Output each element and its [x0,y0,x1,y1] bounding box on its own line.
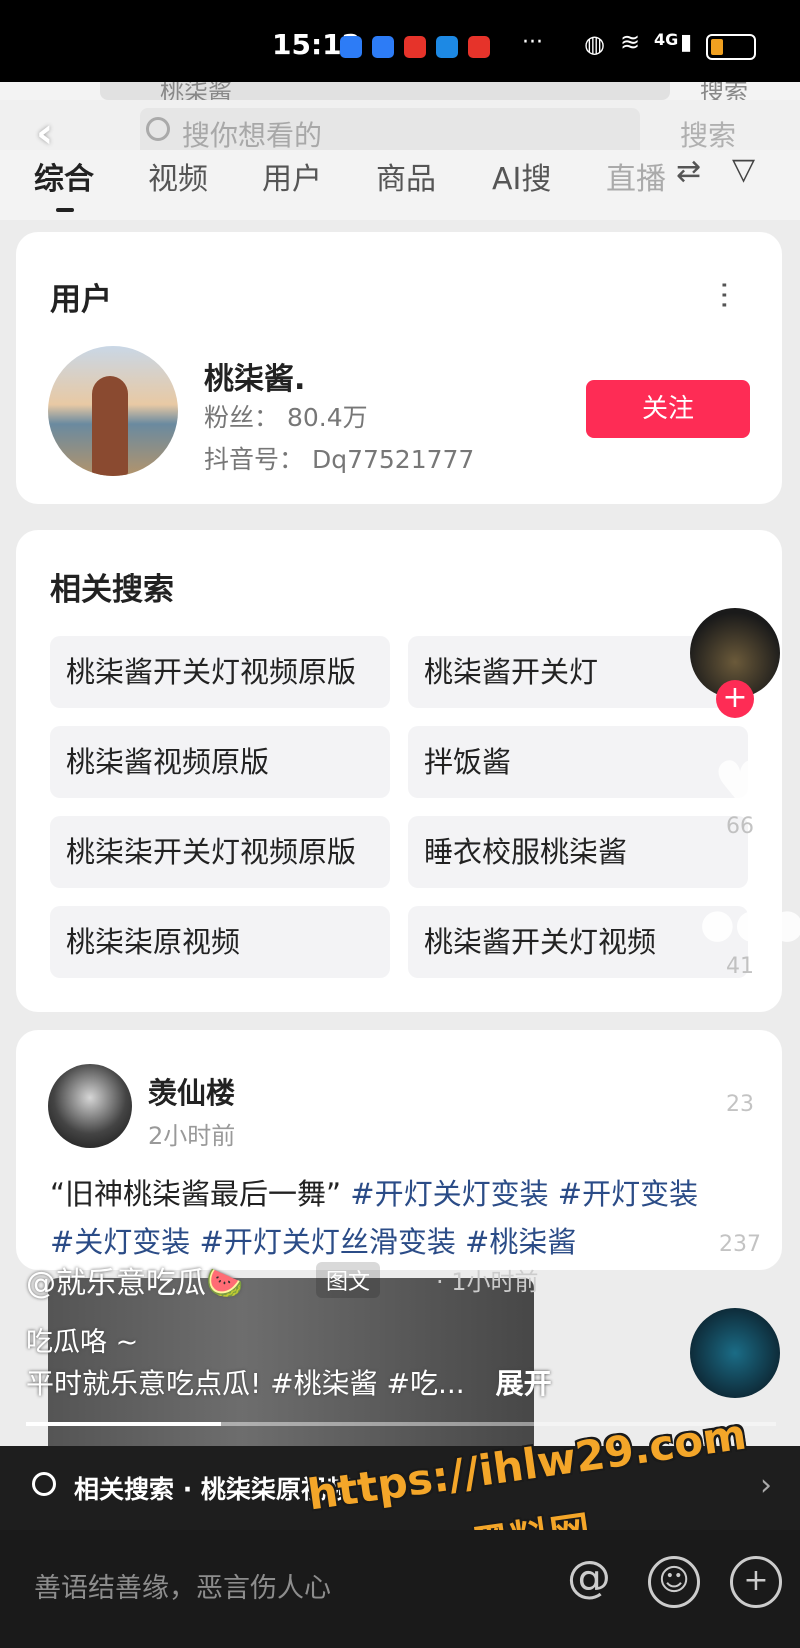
post-quote: “旧神桃柒酱最后一舞” [50,1177,342,1211]
music-disc-icon[interactable] [690,1308,780,1398]
related-search-item[interactable]: 桃柒酱视频原版 [50,726,390,798]
poster-avatar[interactable] [48,1064,132,1148]
status-bar: 15:12 ··· ◍ ≋ 4G ▮ [0,0,800,82]
tab-videos[interactable]: 视频 [148,154,208,198]
network-label: 4G [654,30,679,49]
star-icon[interactable]: ★ [700,1032,780,1092]
result-tabs: 综合 视频 用户 商品 AI搜 直播 ⇄ ▽ [0,150,800,220]
like-control[interactable]: ♥ 66 [700,754,780,839]
notification-icon [372,36,394,58]
user-avatar[interactable] [48,346,178,476]
user-section-title: 用户 [50,282,112,318]
heart-icon[interactable]: ♥ [700,754,780,814]
share-control[interactable]: ➦ 237 [700,1172,780,1257]
related-search-item[interactable]: 拌饭酱 [408,726,748,798]
battery-icon [706,34,756,60]
comment-count: 41 [726,954,754,979]
user-douyin-id: 抖音号： Dq77521777 [204,445,475,474]
follow-plus-icon[interactable]: + [716,680,754,718]
add-icon[interactable]: + [730,1556,782,1608]
tab-products[interactable]: 商品 [376,154,436,198]
more-options-icon[interactable]: ⋯ [707,280,742,310]
video-time: · 1小时前 [436,1268,539,1296]
background-search-query: 桃柒酱 [160,82,232,100]
video-title: 吃瓜咯 ~ [26,1327,139,1358]
post-hashtags[interactable]: #开灯关灯变装 #开灯变装 [350,1177,698,1211]
share-icon[interactable]: ➦ [700,1172,780,1232]
comment-icon[interactable]: ●●● [700,894,800,954]
post-text[interactable]: “旧神桃柒酱最后一舞” #开灯关灯变装 #开灯变装 #关灯变装 #开灯关灯丝滑变… [50,1170,740,1266]
filter-icon[interactable]: ▽ [732,152,755,187]
comment-control[interactable]: ●●● 41 [700,894,800,979]
more-notifications-icon: ··· [522,30,543,55]
tab-live[interactable]: 直播 [606,154,666,198]
like-count: 66 [726,814,754,839]
favorite-control[interactable]: ★ 23 [700,1032,780,1117]
video-description-text: 平时就乐意吃点瓜! #桃柒酱 #吃... [26,1367,465,1400]
post-time: 2小时前 [148,1122,236,1150]
at-icon[interactable]: @ [566,1556,612,1602]
favorite-count: 23 [726,1092,754,1117]
content-type-badge: 图文 [316,1262,381,1298]
user-name[interactable]: 桃柒酱. [204,354,305,398]
related-search-item[interactable]: 桃柒酱开关灯视频 [408,906,748,978]
comment-bar: 善语结善缘，恶言伤人心 @ ☺ + [0,1530,800,1648]
comment-input[interactable]: 善语结善缘，恶言伤人心 [34,1566,331,1605]
related-search-item[interactable]: 桃柒酱开关灯视频原版 [50,636,390,708]
related-search-item[interactable]: 桃柒柒开关灯视频原版 [50,816,390,888]
video-description[interactable]: 平时就乐意吃点瓜! #桃柒酱 #吃... 展开 [26,1362,552,1402]
search-icon [146,117,170,141]
speed-icon: ◍ [584,30,605,58]
video-author[interactable]: @就乐意吃瓜🍉 [26,1258,243,1302]
notification-icon [468,36,490,58]
search-icon [32,1472,56,1496]
notification-icon [340,36,362,58]
expand-button[interactable]: 展开 [496,1367,552,1400]
search-button[interactable]: 搜索 [680,114,736,154]
signal-icon: ▮ [680,30,693,55]
related-search-item[interactable]: 睡衣校服桃柒酱 [408,816,748,888]
background-search-button: 搜索 [700,82,748,100]
video-progress-fill [26,1422,221,1426]
tab-all[interactable]: 综合 [34,154,94,198]
post-hashtags[interactable]: #关灯变装 #开灯关灯丝滑变装 #桃柒酱 [50,1225,576,1259]
chevron-right-icon: › [760,1468,772,1503]
tab-ai-search[interactable]: AI搜 [492,154,551,198]
active-tab-indicator [56,208,74,212]
search-placeholder[interactable]: 搜你想看的 [182,114,322,154]
share-count: 237 [719,1232,761,1257]
poster-name[interactable]: 羡仙楼 [148,1070,235,1112]
related-search-title: 相关搜索 [50,572,174,608]
notification-icon [404,36,426,58]
background-search-bar: 桃柒酱 搜索 [0,82,800,100]
wifi-icon: ≋ [620,28,641,56]
notification-icon [436,36,458,58]
avatar-figure [92,376,128,476]
emoji-icon[interactable]: ☺ [648,1556,700,1608]
tab-users[interactable]: 用户 [262,154,322,198]
user-fans: 粉丝： 80.4万 [204,403,368,432]
follow-button[interactable]: 关注 [586,380,750,438]
switch-icon[interactable]: ⇄ [676,154,701,189]
related-search-item[interactable]: 桃柒柒原视频 [50,906,390,978]
